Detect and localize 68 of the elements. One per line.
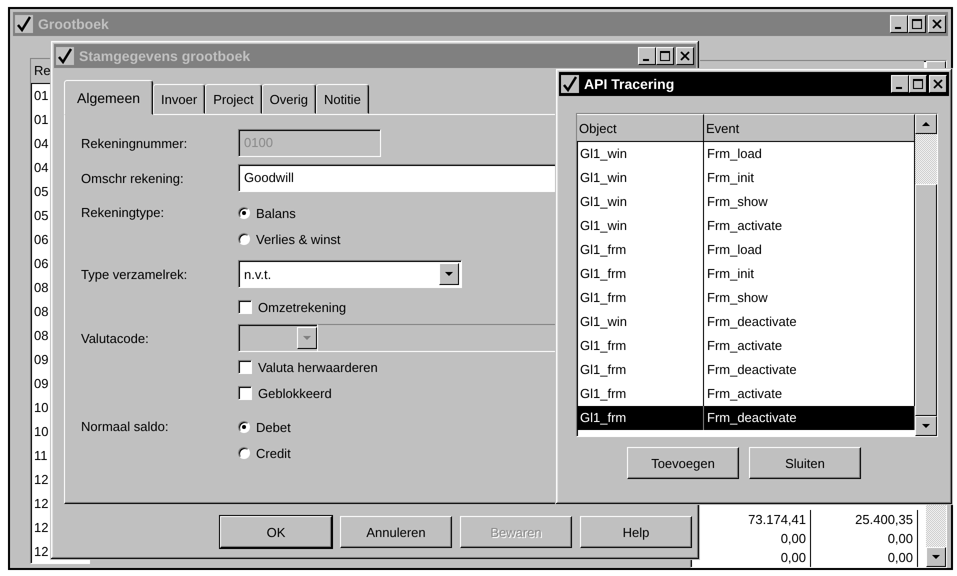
dialog-button[interactable]: Sluiten: [749, 447, 861, 479]
window-title: Grootboek: [38, 16, 110, 32]
dialog-button[interactable]: Toevoegen: [627, 447, 739, 479]
close-icon: [933, 79, 943, 89]
radio-button[interactable]: [238, 233, 250, 245]
close-button[interactable]: [929, 75, 947, 93]
scroll-up-button[interactable]: [915, 114, 937, 134]
minimize-button[interactable]: [890, 15, 908, 33]
checkbox-label: Geblokkeerd: [258, 386, 332, 400]
radio-label: Verlies & winst: [256, 232, 341, 246]
field-label: Rekeningtype:: [81, 204, 166, 222]
scroll-thumb[interactable]: [915, 184, 937, 416]
field-label: Normaal saldo:: [81, 418, 170, 436]
tab[interactable]: Notitie: [316, 84, 369, 114]
scroll-down-button[interactable]: [926, 547, 946, 567]
maximize-icon: [913, 79, 923, 89]
checkbox[interactable]: [238, 386, 252, 400]
field-label: Rekeningnummer:: [81, 136, 188, 150]
radio-label: Credit: [256, 446, 291, 460]
minimize-icon: [896, 86, 902, 88]
tab[interactable]: Project: [205, 84, 262, 114]
minimize-button[interactable]: [638, 47, 656, 65]
dropdown-button[interactable]: [439, 263, 459, 285]
checkbox[interactable]: [238, 360, 252, 374]
tab[interactable]: Invoer: [153, 84, 206, 114]
dialog-button[interactable]: Help: [580, 516, 692, 548]
checkmark-icon: [56, 47, 74, 65]
maximize-icon: [912, 19, 922, 29]
table-cell: 25.400,35: [811, 510, 918, 529]
down-arrow-icon: [932, 555, 940, 559]
down-arrow-icon: [922, 424, 930, 428]
maximize-button[interactable]: [908, 15, 926, 33]
radio-label: Balans: [256, 206, 296, 220]
down-arrow-icon: [445, 272, 453, 276]
close-button[interactable]: [928, 15, 946, 33]
close-icon: [932, 19, 942, 29]
close-icon: [680, 51, 690, 61]
dialog-button[interactable]: OK: [220, 516, 332, 548]
tab[interactable]: Algemeen: [64, 80, 154, 115]
maximize-button[interactable]: [909, 75, 927, 93]
field-label: Valutacode:: [81, 330, 150, 346]
dropdown[interactable]: n.v.t.: [238, 260, 462, 288]
checkmark-icon: [15, 15, 33, 33]
radio-button[interactable]: [238, 207, 250, 219]
minimize-icon: [895, 26, 901, 28]
table-cell: 0,00: [811, 548, 918, 567]
checkbox[interactable]: [238, 300, 252, 314]
close-button[interactable]: [676, 47, 694, 65]
scroll-down-button[interactable]: [915, 416, 937, 436]
up-arrow-icon: [922, 122, 930, 126]
radio-button[interactable]: [238, 447, 250, 459]
table-cell: 0,00: [811, 529, 918, 548]
field-label: Type verzamelrek:: [81, 266, 188, 282]
tab[interactable]: Overig: [262, 84, 316, 114]
list-row[interactable]: Gl1_frm Frm_deactivate: [577, 406, 915, 430]
field-label: Omschr rekening:: [81, 170, 185, 186]
dialog-button[interactable]: Annuleren: [340, 516, 452, 548]
column-header[interactable]: Object: [577, 114, 704, 142]
maximize-icon: [660, 51, 670, 61]
radio-button[interactable]: [238, 421, 250, 433]
down-arrow-icon: [303, 336, 311, 340]
checkbox-label: Valuta herwaarderen: [258, 360, 378, 374]
minimize-button[interactable]: [891, 75, 909, 93]
checkbox-label: Omzetrekening: [258, 300, 346, 314]
radio-label: Debet: [256, 420, 291, 434]
maximize-button[interactable]: [656, 47, 674, 65]
window-title: API Tracering: [584, 76, 676, 92]
minimize-icon: [643, 58, 649, 60]
